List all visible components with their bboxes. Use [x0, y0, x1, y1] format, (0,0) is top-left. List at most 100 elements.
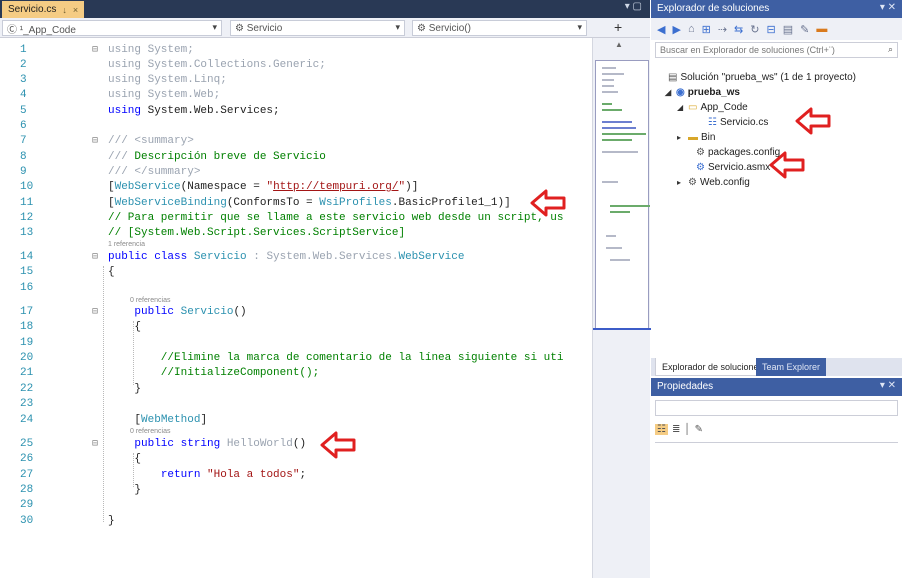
reference-count-hint[interactable]: 0 referencias — [130, 428, 170, 435]
line-number: 18 — [20, 321, 34, 333]
code-line[interactable]: { — [108, 321, 141, 333]
show-all-files-icon[interactable]: ▤ — [783, 23, 793, 36]
code-token: WebMethod — [141, 414, 201, 426]
collapse-icon[interactable]: ⊟ — [92, 251, 98, 263]
code-line[interactable]: } — [108, 515, 115, 527]
file-icon: ▤ — [668, 72, 678, 83]
panel-controls[interactable]: ▾ ✕ — [880, 380, 896, 391]
code-token: (Namespace = — [180, 181, 267, 193]
tree-item[interactable]: ☷ Servicio.cs — [697, 117, 768, 128]
tree-item[interactable]: ◢ ▭ App_Code — [677, 102, 748, 113]
search-icon[interactable]: ⌕ — [888, 44, 893, 55]
tab-window-controls[interactable]: ▾ ▢ — [625, 1, 642, 12]
code-minimap[interactable]: ▲ — [592, 38, 651, 578]
code-line[interactable]: public string HelloWorld() — [108, 438, 306, 450]
collapse-icon[interactable]: ⊟ — [92, 438, 98, 450]
red-arrow-annotation — [769, 151, 805, 179]
back-icon[interactable]: ◀ — [657, 23, 665, 36]
code-line[interactable]: //Elimine la marca de comentario de la l… — [108, 352, 564, 364]
code-line[interactable]: using System; — [108, 44, 194, 56]
code-line[interactable]: // [System.Web.Script.Services.ScriptSer… — [108, 227, 405, 239]
scroll-up-icon[interactable]: ▲ — [615, 40, 623, 49]
code-line[interactable]: public class Servicio : System.Web.Servi… — [108, 251, 464, 263]
minimap-viewport[interactable] — [595, 60, 650, 330]
expander-icon[interactable]: ◢ — [665, 88, 673, 97]
pending-changes-icon[interactable]: ⇢ — [718, 23, 727, 36]
solution-search-input[interactable]: Buscar en Explorador de soluciones (Ctrl… — [655, 42, 898, 58]
reference-count-hint[interactable]: 1 referencia — [108, 241, 145, 248]
type-dropdown-label: ⚙ Servicio — [235, 22, 283, 34]
tree-item[interactable]: ▤ Solución "prueba_ws" (1 de 1 proyecto) — [657, 72, 856, 83]
close-icon[interactable]: × — [73, 5, 78, 15]
toolbar-separator: │ — [684, 423, 691, 435]
split-editor-button[interactable]: + — [614, 19, 622, 35]
code-line[interactable]: } — [108, 484, 141, 496]
navigation-bar: Ⓒ ¹_App_Code ▾ ⚙ Servicio ▾ ⚙ Servicio()… — [0, 18, 650, 38]
code-area[interactable]: 1 2 3 4 5 6 7 8 9 10 11 12 13 14 15 16 17 18 19 20 21 22 23 24 2… — [0, 38, 592, 578]
code-token: using System.Collections.Generic; — [108, 59, 326, 71]
code-line[interactable]: using System.Web.Services; — [108, 105, 280, 117]
properties-object-selector[interactable] — [655, 400, 898, 416]
collapse-icon[interactable]: ⊟ — [92, 44, 98, 56]
preview-icon[interactable]: ▬ — [816, 23, 827, 35]
code-line[interactable]: /// <summary> — [108, 135, 194, 147]
code-token: ] — [200, 414, 208, 426]
property-grid[interactable] — [655, 442, 898, 572]
code-token: Servicio — [180, 306, 234, 318]
refresh-icon[interactable]: ↻ — [750, 23, 759, 36]
code-line[interactable]: [WebServiceBinding(ConformsTo = WsiProfi… — [108, 197, 511, 209]
member-dropdown[interactable]: ⚙ Servicio() ▾ — [412, 20, 587, 36]
type-dropdown[interactable]: ⚙ Servicio ▾ — [230, 20, 405, 36]
tree-item[interactable]: ▸ ▬ Bin — [677, 132, 715, 143]
home-icon[interactable]: ⌂ — [688, 23, 695, 35]
properties-icon[interactable]: ✎ — [800, 23, 809, 36]
sync-icon[interactable]: ⇆ — [734, 23, 743, 36]
expander-icon[interactable]: ◢ — [677, 103, 685, 112]
tab-team-explorer[interactable]: Team Explorer — [756, 358, 827, 376]
tree-item[interactable]: ⚙ Servicio.asmx — [685, 162, 770, 173]
collapse-all-icon[interactable]: ⊟ — [766, 23, 775, 36]
code-line[interactable]: return "Hola a todos"; — [108, 469, 306, 481]
code-line[interactable]: { — [108, 453, 141, 465]
code-line[interactable]: // Para permitir que se llame a este ser… — [108, 212, 563, 224]
tree-item[interactable]: ◢ ◉ prueba_ws — [665, 87, 740, 98]
code-line[interactable]: } — [108, 383, 141, 395]
code-token: } — [108, 383, 142, 395]
code-line[interactable]: [WebMethod] — [108, 414, 207, 426]
line-number: 13 — [20, 227, 34, 239]
code-line[interactable]: using System.Web; — [108, 89, 220, 101]
forward-icon[interactable]: ▶ — [672, 23, 680, 36]
code-line[interactable]: { — [108, 266, 115, 278]
property-pages-icon[interactable]: ✎ — [695, 424, 703, 435]
pin-icon[interactable]: ↓ — [62, 5, 67, 15]
panel-controls[interactable]: ▾ ✕ — [880, 2, 896, 13]
alphabetical-icon[interactable]: ≣ — [672, 424, 680, 435]
expander-icon[interactable]: ▸ — [677, 178, 685, 187]
code-line[interactable]: using System.Collections.Generic; — [108, 59, 326, 71]
code-token: public — [134, 306, 181, 318]
tab-solution-explorer[interactable]: Explorador de soluciones — [655, 358, 771, 376]
project-dropdown[interactable]: Ⓒ ¹_App_Code ▾ — [2, 20, 222, 36]
switch-views-icon[interactable]: ⊞ — [702, 23, 711, 36]
minimap-line — [606, 235, 616, 237]
tree-item[interactable]: ▸ ⚙ Web.config — [677, 177, 750, 188]
categorized-icon[interactable]: ☷ — [655, 423, 668, 435]
code-token: /// </summary> — [108, 166, 201, 178]
minimap-line — [602, 85, 614, 87]
code-line[interactable]: public Servicio() — [108, 306, 246, 318]
collapse-icon[interactable]: ⊟ — [92, 135, 98, 147]
collapse-icon[interactable]: ⊟ — [92, 306, 98, 318]
minimap-line — [602, 181, 618, 183]
expander-icon[interactable]: ▸ — [677, 133, 685, 142]
code-line[interactable]: /// </summary> — [108, 166, 200, 178]
code-token: //InitializeComponent(); — [108, 367, 320, 379]
code-line[interactable]: //InitializeComponent(); — [108, 367, 319, 379]
reference-count-hint[interactable]: 0 referencias — [130, 297, 170, 304]
code-line[interactable]: /// Descripción breve de Servicio — [108, 151, 326, 163]
minimap-line — [602, 151, 638, 153]
code-line[interactable]: [WebService(Namespace = "http://tempuri.… — [108, 181, 418, 193]
tree-item-label: Solución "prueba_ws" (1 de 1 proyecto) — [680, 72, 856, 83]
code-line[interactable]: using System.Linq; — [108, 74, 227, 86]
tree-item[interactable]: ⚙ packages.config — [685, 147, 780, 158]
tab-servicio-cs[interactable]: Servicio.cs ↓ × — [2, 1, 85, 18]
